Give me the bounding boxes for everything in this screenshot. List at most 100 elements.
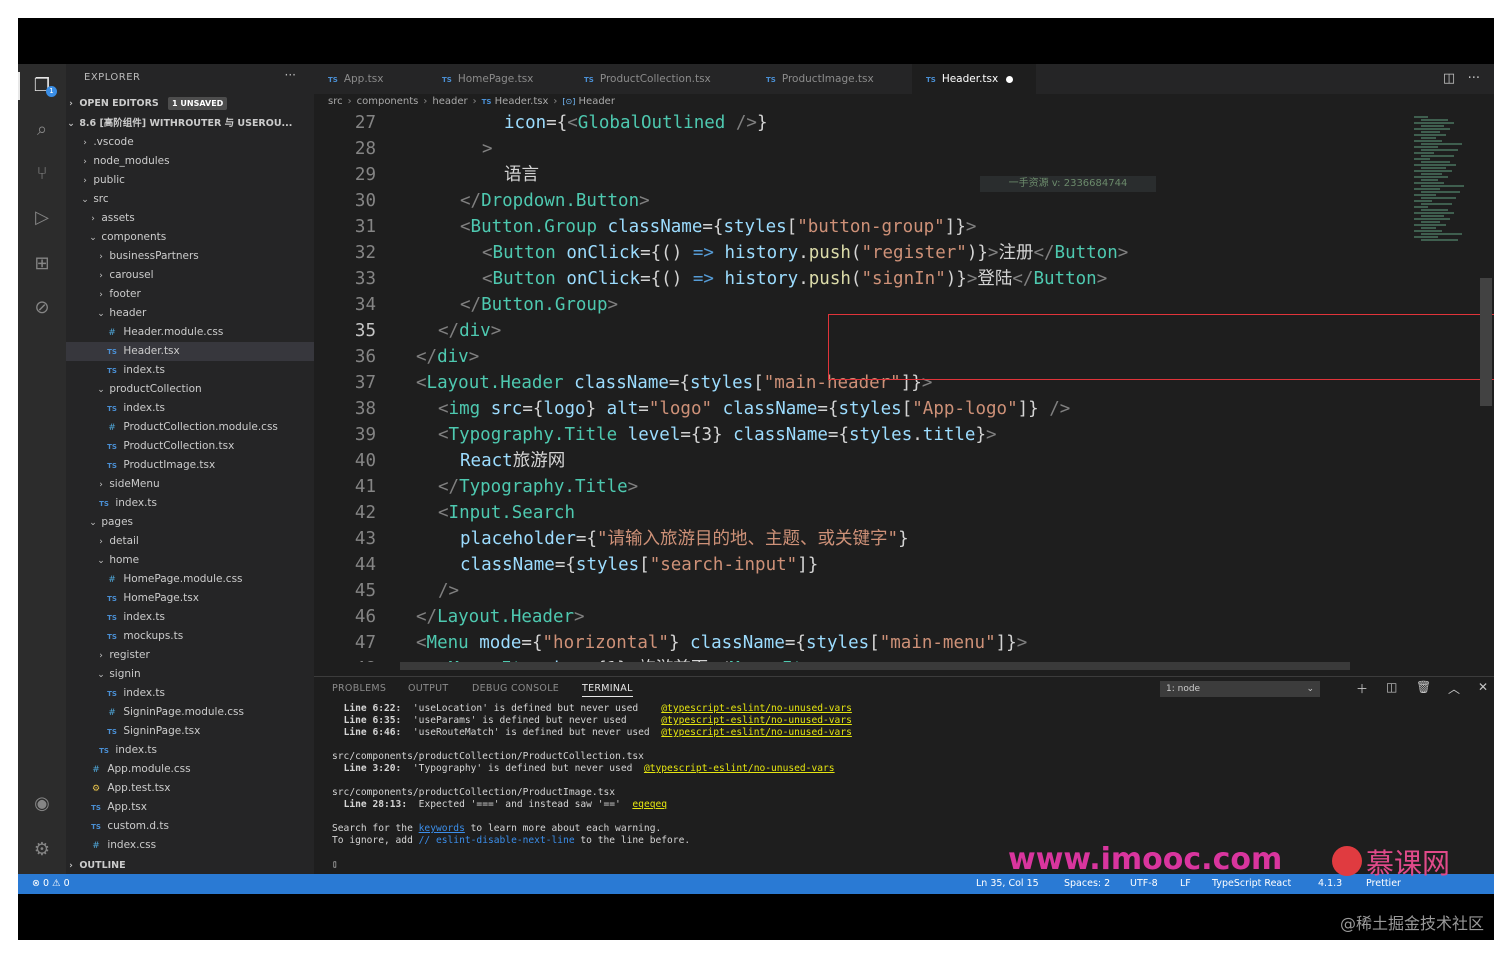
code-line[interactable]: <Button.Group className={styles["button-…: [460, 214, 976, 240]
code-line[interactable]: icon={<GlobalOutlined />}: [504, 112, 767, 136]
tree-item[interactable]: ⌄ components: [66, 228, 314, 247]
tree-item[interactable]: # SigninPage.module.css: [66, 703, 314, 722]
tree-item[interactable]: TS index.ts: [66, 399, 314, 418]
tab-debug-console[interactable]: DEBUG CONSOLE: [472, 683, 559, 694]
tab-header-tsx[interactable]: TS Header.tsx: [912, 64, 1036, 94]
tree-item[interactable]: › .vscode: [66, 133, 314, 152]
code-editor[interactable]: 27 icon={<GlobalOutlined />} 28 >29 语言 30 </Dr…: [314, 112, 1404, 662]
tree-item[interactable]: TS mockups.ts: [66, 627, 314, 646]
rule-link[interactable]: eqeqeq: [632, 799, 667, 810]
language-status[interactable]: TypeScript React: [1212, 874, 1291, 894]
tree-item[interactable]: ⌄ src: [66, 190, 314, 209]
crumb-src[interactable]: src: [328, 96, 343, 107]
tree-item[interactable]: TS index.ts: [66, 684, 314, 703]
tree-item[interactable]: TS ProductImage.tsx: [66, 456, 314, 475]
tree-item[interactable]: # ProductCollection.module.css: [66, 418, 314, 437]
code-line[interactable]: </div>: [438, 318, 501, 344]
new-terminal-icon[interactable]: ＋: [1356, 680, 1368, 697]
tree-item[interactable]: TS Header.tsx: [66, 342, 314, 361]
code-line[interactable]: <Menu mode={"horizontal"} className={sty…: [416, 630, 1027, 656]
tree-item[interactable]: TS SigninPage.tsx: [66, 722, 314, 741]
tree-item[interactable]: # index.css: [66, 836, 314, 855]
code-line[interactable]: >: [482, 136, 493, 162]
code-line[interactable]: </Dropdown.Button>: [460, 188, 650, 214]
eol-status[interactable]: LF: [1180, 874, 1191, 894]
tab-output[interactable]: OUTPUT: [408, 683, 449, 694]
split-terminal-icon[interactable]: ◫: [1386, 680, 1397, 694]
code-line[interactable]: placeholder={"请输入旅游目的地、主题、或关键字"}: [460, 526, 909, 552]
tree-item[interactable]: › node_modules: [66, 152, 314, 171]
tree-item[interactable]: TS index.ts: [66, 494, 314, 513]
tree-item[interactable]: ⌄ home: [66, 551, 314, 570]
code-line[interactable]: </div>: [416, 344, 479, 370]
trash-icon[interactable]: 🗑: [1416, 680, 1431, 694]
tree-item[interactable]: › assets: [66, 209, 314, 228]
vertical-scrollbar[interactable]: [1480, 278, 1492, 406]
crumb-header[interactable]: header: [432, 96, 467, 107]
split-editor-icon[interactable]: ◫: [1443, 71, 1455, 86]
outline-section[interactable]: › OUTLINE: [66, 856, 314, 874]
indent-status[interactable]: Spaces: 2: [1064, 874, 1110, 894]
code-line[interactable]: <Button onClick={() => history.push("reg…: [482, 240, 1128, 266]
tree-item[interactable]: TS App.tsx: [66, 798, 314, 817]
tree-item[interactable]: # App.module.css: [66, 760, 314, 779]
tree-item[interactable]: ⌄ pages: [66, 513, 314, 532]
tree-item[interactable]: TS index.ts: [66, 608, 314, 627]
crumb-symbol[interactable]: Header: [579, 96, 615, 107]
terminal-select[interactable]: 1: node ⌄: [1160, 681, 1320, 697]
encoding-status[interactable]: UTF-8: [1130, 874, 1158, 894]
tab-productcollection-tsx[interactable]: TS ProductCollection.tsx: [570, 64, 752, 94]
tree-item[interactable]: › register: [66, 646, 314, 665]
tab-productimage-tsx[interactable]: TS ProductImage.tsx: [752, 64, 912, 94]
more-actions-icon[interactable]: ···: [1468, 71, 1480, 86]
tab-homepage-tsx[interactable]: TS HomePage.tsx: [428, 64, 570, 94]
tree-item[interactable]: › detail: [66, 532, 314, 551]
tab-terminal[interactable]: TERMINAL: [582, 683, 633, 697]
tree-item[interactable]: › carousel: [66, 266, 314, 285]
account-icon[interactable]: ◉: [30, 792, 54, 816]
project-folder[interactable]: ⌄ 8.6 [高阶组件] WITHROUTER 与 USEROU...: [66, 114, 314, 133]
code-line[interactable]: </Typography.Title>: [438, 474, 638, 500]
horizontal-scrollbar[interactable]: [400, 662, 1350, 670]
code-line[interactable]: </Layout.Header>: [416, 604, 585, 630]
chevron-up-icon[interactable]: ︿: [1448, 680, 1460, 697]
tree-item[interactable]: ⌄ productCollection: [66, 380, 314, 399]
tree-item[interactable]: # HomePage.module.css: [66, 570, 314, 589]
tree-item[interactable]: ⌄ signin: [66, 665, 314, 684]
ts-version-status[interactable]: 4.1.3: [1318, 874, 1342, 894]
explorer-more-icon[interactable]: ···: [285, 68, 296, 82]
extensions-icon[interactable]: ⊞: [30, 252, 54, 276]
rule-link[interactable]: @typescript-eslint/no-unused-vars: [661, 727, 852, 738]
close-icon[interactable]: ✕: [1478, 680, 1488, 694]
tree-item[interactable]: TS index.ts: [66, 361, 314, 380]
search-icon[interactable]: ⌕: [30, 118, 54, 142]
tree-item[interactable]: TS index.ts: [66, 741, 314, 760]
tree-item[interactable]: › footer: [66, 285, 314, 304]
run-debug-icon[interactable]: ▷: [30, 206, 54, 230]
minimap[interactable]: [1408, 112, 1468, 672]
tree-item[interactable]: # Header.module.css: [66, 323, 314, 342]
rule-link[interactable]: @typescript-eslint/no-unused-vars: [661, 715, 852, 726]
keywords-link[interactable]: keywords: [419, 823, 465, 834]
source-control-icon[interactable]: ⑂: [30, 162, 54, 186]
problems-status[interactable]: ⊗ 0 ⚠ 0: [32, 874, 70, 894]
rule-link[interactable]: @typescript-eslint/no-unused-vars: [661, 703, 852, 714]
tab-app-tsx[interactable]: TS App.tsx: [314, 64, 428, 94]
tree-item[interactable]: › public: [66, 171, 314, 190]
code-line[interactable]: <Typography.Title level={3} className={s…: [438, 422, 997, 448]
code-line[interactable]: <Input.Search: [438, 500, 575, 526]
code-line[interactable]: <Layout.Header className={styles["main-h…: [416, 370, 932, 396]
crumb-file[interactable]: Header.tsx: [495, 96, 549, 107]
cursor-position-status[interactable]: Ln 35, Col 15: [976, 874, 1039, 894]
settings-gear-icon[interactable]: ⚙: [30, 838, 54, 862]
tree-item[interactable]: ⌄ header: [66, 304, 314, 323]
code-line[interactable]: <Button onClick={() => history.push("sig…: [482, 266, 1107, 292]
code-line[interactable]: </Button.Group>: [460, 292, 618, 318]
tree-item[interactable]: TS custom.d.ts: [66, 817, 314, 836]
code-line[interactable]: className={styles["search-input"]}: [460, 552, 818, 578]
tree-item[interactable]: › sideMenu: [66, 475, 314, 494]
rule-link[interactable]: @typescript-eslint/no-unused-vars: [644, 763, 835, 774]
open-editors-section[interactable]: › OPEN EDITORS 1 UNSAVED: [66, 94, 314, 113]
tab-problems[interactable]: PROBLEMS: [332, 683, 386, 694]
tree-item[interactable]: TS ProductCollection.tsx: [66, 437, 314, 456]
